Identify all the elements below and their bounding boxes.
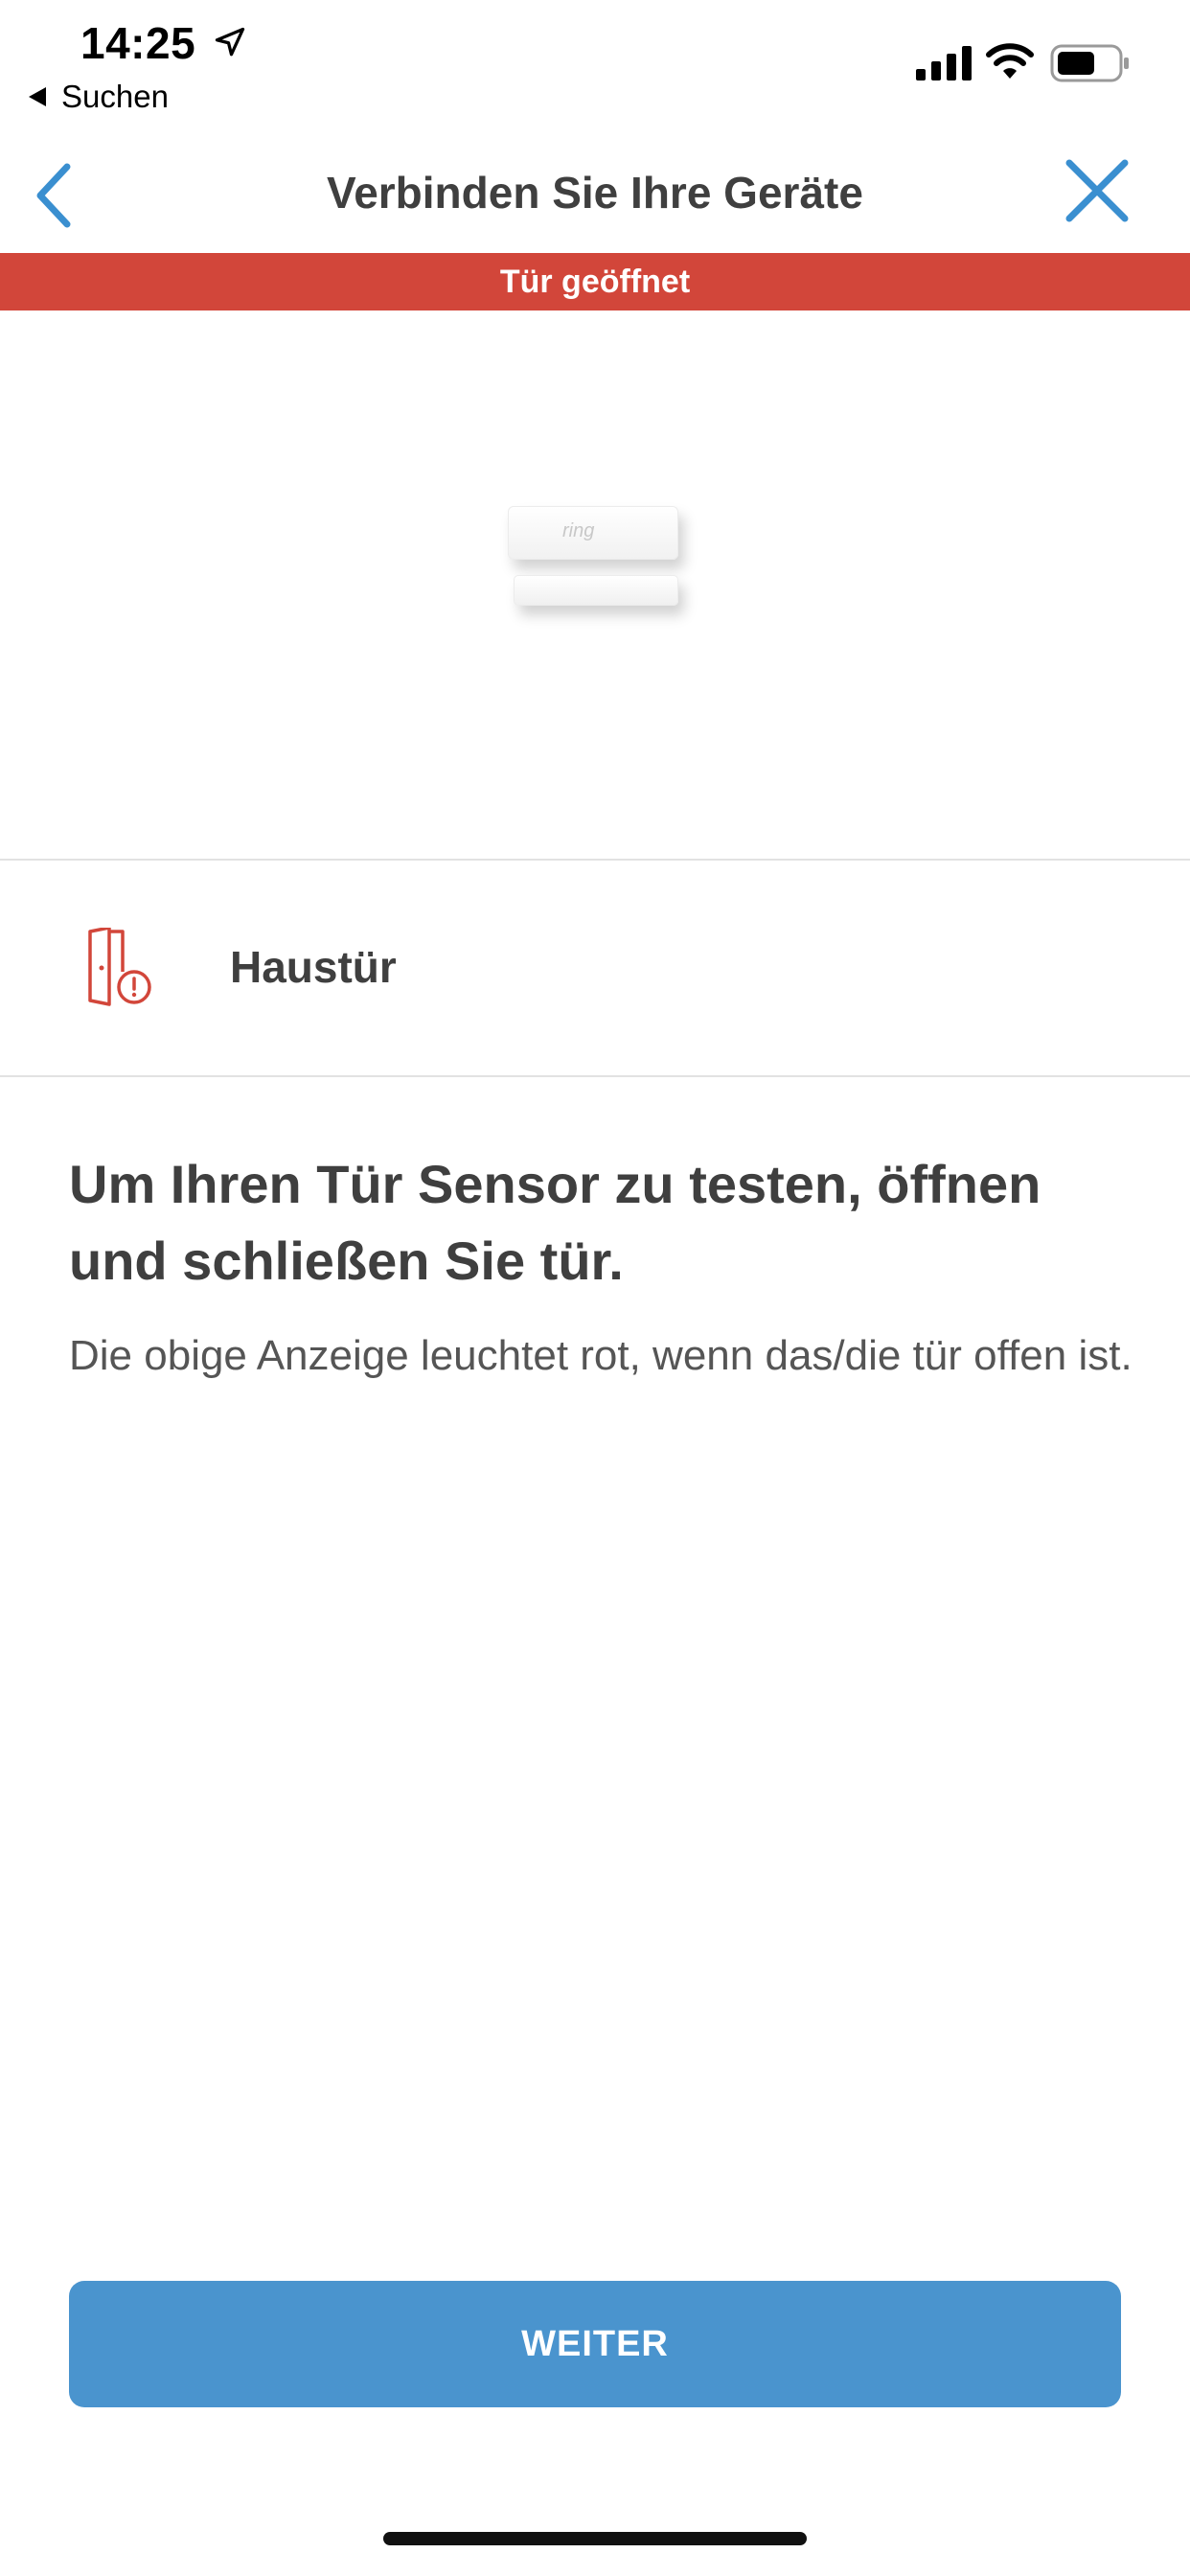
location-arrow-icon xyxy=(215,27,245,57)
back-to-app-label: Suchen xyxy=(61,79,169,114)
device-name: Haustür xyxy=(230,942,397,992)
door-open-status-banner: Tür geöffnet xyxy=(0,253,1190,310)
device-row: Haustür xyxy=(0,861,1190,1075)
nav-bar: Verbinden Sie Ihre Geräte xyxy=(0,144,1190,251)
divider xyxy=(0,1075,1190,1077)
continue-button[interactable]: WEITER xyxy=(69,2281,1121,2407)
home-indicator[interactable] xyxy=(383,2532,807,2545)
battery-icon xyxy=(1050,44,1129,82)
device-image-area: ring xyxy=(0,310,1190,859)
signal-icon xyxy=(916,46,972,80)
instruction-body: Die obige Anzeige leuchtet rot, wenn das… xyxy=(69,1332,1133,1379)
status-bar: 14:25 Suchen xyxy=(0,0,1190,125)
sensor-magnet xyxy=(514,575,678,606)
door-alert-icon xyxy=(88,928,151,1006)
screen: 14:25 Suchen Verbinden Sie Ihre Geräte T… xyxy=(0,0,1190,2576)
sensor-logo: ring xyxy=(562,520,595,541)
page-title: Verbinden Sie Ihre Geräte xyxy=(327,168,863,218)
sensor-main-unit: ring xyxy=(508,506,678,560)
back-triangle-icon xyxy=(29,87,46,106)
wifi-icon xyxy=(986,43,1034,79)
close-icon[interactable] xyxy=(1064,157,1131,224)
instruction-heading: Um Ihren Tür Sensor zu testen, öffnen un… xyxy=(69,1154,1041,1291)
contact-sensor-image: ring xyxy=(508,506,690,611)
back-to-app-link[interactable]: Suchen xyxy=(29,79,169,115)
status-time: 14:25 xyxy=(80,18,196,68)
